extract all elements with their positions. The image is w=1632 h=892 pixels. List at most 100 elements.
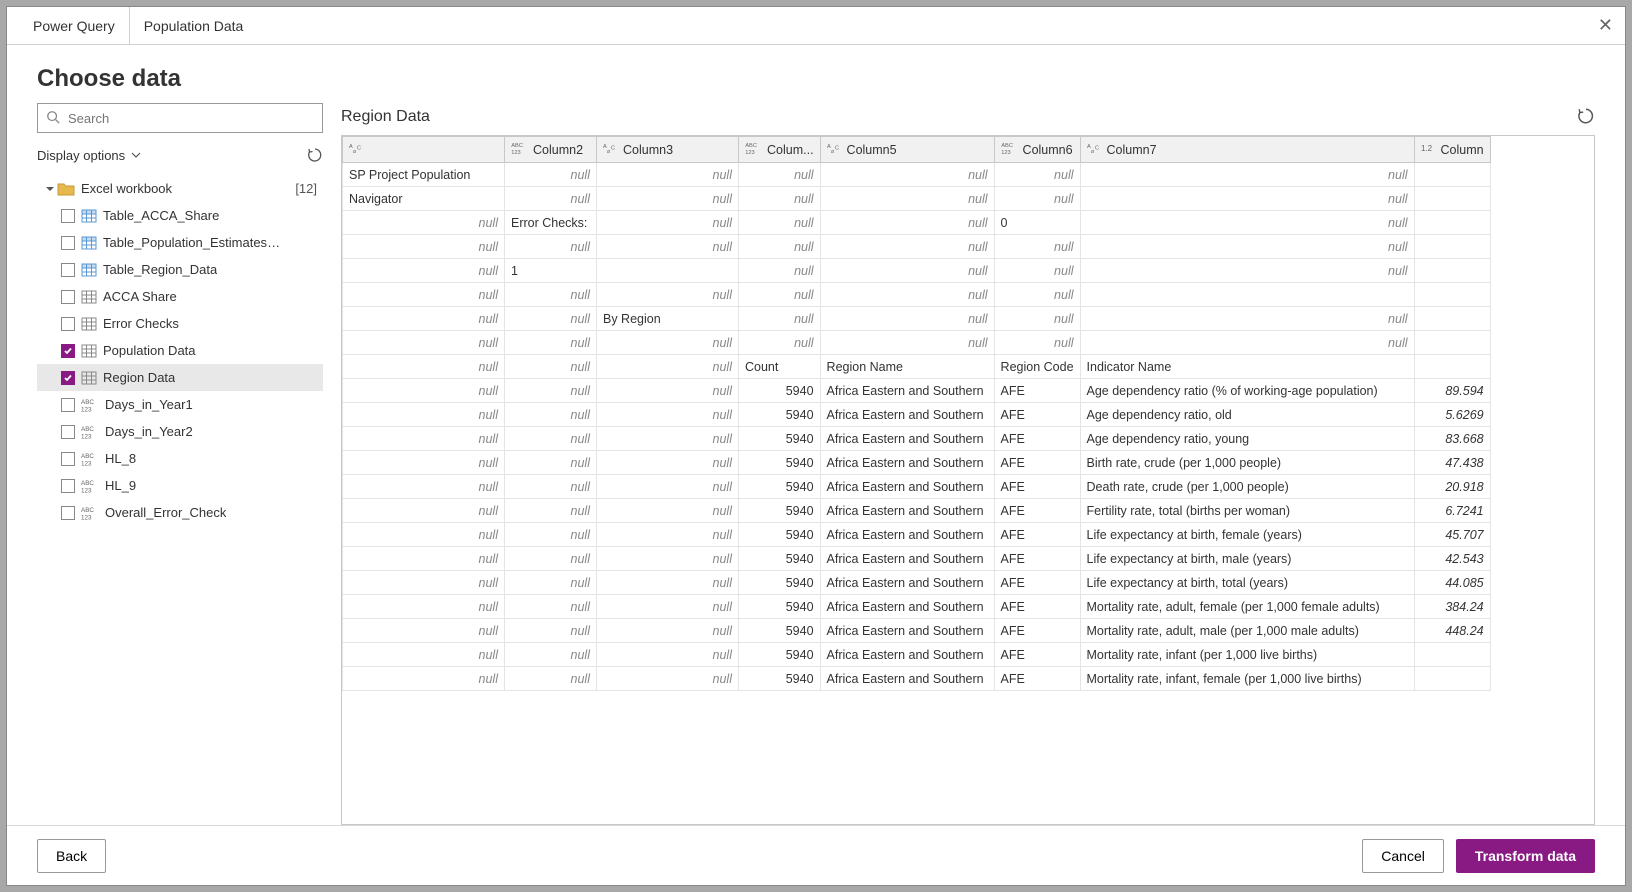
table-row[interactable]: nullnullnull5940Africa Eastern and South… <box>343 451 1491 475</box>
sheet-icon <box>81 370 97 386</box>
table-cell: null <box>597 427 739 451</box>
tree-root[interactable]: Excel workbook [12] <box>37 175 323 202</box>
tree-item[interactable]: ABC123HL_9 <box>37 472 323 499</box>
svg-text:ABC: ABC <box>81 453 94 460</box>
table-row[interactable]: SP Project Populationnullnullnullnullnul… <box>343 163 1491 187</box>
back-button[interactable]: Back <box>37 839 106 873</box>
table-row[interactable]: nullnullBy Regionnullnullnullnull <box>343 307 1491 331</box>
table-cell: null <box>820 331 994 355</box>
checkbox[interactable] <box>61 425 75 439</box>
table-cell: 5940 <box>739 427 821 451</box>
tree-item[interactable]: Table_Region_Data <box>37 256 323 283</box>
checkbox[interactable] <box>61 290 75 304</box>
checkbox[interactable] <box>61 371 75 385</box>
table-cell <box>1414 235 1490 259</box>
tree-item[interactable]: ACCA Share <box>37 283 323 310</box>
table-row[interactable]: nullnullnullnullnullnullnull <box>343 331 1491 355</box>
table-cell: Age dependency ratio, old <box>1080 403 1414 427</box>
tab-power-query[interactable]: Power Query <box>19 7 130 45</box>
table-row[interactable]: nullnullnullnullnullnull <box>343 283 1491 307</box>
column-header[interactable]: 1.2Column <box>1414 137 1490 163</box>
table-cell: AFE <box>994 619 1080 643</box>
sheet-icon <box>81 343 97 359</box>
table-cell: AFE <box>994 595 1080 619</box>
column-header[interactable]: ABC123Colum... <box>739 137 821 163</box>
table-cell: null <box>1080 307 1414 331</box>
tree-item-label: Region Data <box>103 370 175 385</box>
table-row[interactable]: null1nullnullnullnull <box>343 259 1491 283</box>
table-row[interactable]: nullnullnull5940Africa Eastern and South… <box>343 403 1491 427</box>
table-cell: null <box>505 235 597 259</box>
svg-text:123: 123 <box>81 487 92 494</box>
column-header[interactable]: ABCColumn3 <box>597 137 739 163</box>
close-icon[interactable]: ✕ <box>1598 15 1613 36</box>
table-cell: 5940 <box>739 619 821 643</box>
cancel-button[interactable]: Cancel <box>1362 839 1444 873</box>
column-header[interactable]: ABCColumn7 <box>1080 137 1414 163</box>
checkbox[interactable] <box>61 344 75 358</box>
table-cell: Fertility rate, total (births per woman) <box>1080 499 1414 523</box>
preview-grid[interactable]: ABCABC123Column2ABCColumn3ABC123Colum...… <box>341 135 1595 825</box>
tree-item[interactable]: Table_Population_Estimates_b... <box>37 229 323 256</box>
tree-item[interactable]: Table_ACCA_Share <box>37 202 323 229</box>
checkbox[interactable] <box>61 209 75 223</box>
table-row[interactable]: nullnullnull5940Africa Eastern and South… <box>343 547 1491 571</box>
column-header[interactable]: ABC123Column6 <box>994 137 1080 163</box>
table-cell: Africa Eastern and Southern <box>820 619 994 643</box>
table-cell: null <box>597 547 739 571</box>
transform-data-button[interactable]: Transform data <box>1456 839 1595 873</box>
display-options-dropdown[interactable]: Display options <box>37 148 141 163</box>
refresh-preview-icon[interactable] <box>1577 107 1595 128</box>
svg-text:C: C <box>835 146 839 152</box>
table-cell: null <box>1080 163 1414 187</box>
search-box[interactable] <box>37 103 323 133</box>
checkbox[interactable] <box>61 317 75 331</box>
table-cell: null <box>505 499 597 523</box>
table-cell: null <box>994 259 1080 283</box>
table-row[interactable]: nullnullnullnullnullnullnull <box>343 235 1491 259</box>
table-row[interactable]: nullnullnull5940Africa Eastern and South… <box>343 643 1491 667</box>
table-row[interactable]: nullnullnull5940Africa Eastern and South… <box>343 427 1491 451</box>
checkbox[interactable] <box>61 263 75 277</box>
type-icon: 1.2 <box>1421 141 1437 158</box>
table-row[interactable]: Navigatornullnullnullnullnullnull <box>343 187 1491 211</box>
table-row[interactable]: nullnullnull5940Africa Eastern and South… <box>343 595 1491 619</box>
table-cell: null <box>505 595 597 619</box>
table-row[interactable]: nullError Checks:nullnullnull0null <box>343 211 1491 235</box>
tree-item[interactable]: ABC123Overall_Error_Check <box>37 499 323 526</box>
table-row[interactable]: nullnullnull5940Africa Eastern and South… <box>343 667 1491 691</box>
table-cell: null <box>994 235 1080 259</box>
table-cell <box>1414 259 1490 283</box>
tree-item[interactable]: Error Checks <box>37 310 323 337</box>
table-row[interactable]: nullnullnull5940Africa Eastern and South… <box>343 619 1491 643</box>
svg-text:C: C <box>1095 146 1099 152</box>
tree-item[interactable]: Region Data <box>37 364 323 391</box>
table-row[interactable]: nullnullnull5940Africa Eastern and South… <box>343 499 1491 523</box>
tree-item[interactable]: ABC123HL_8 <box>37 445 323 472</box>
column-header[interactable]: ABC <box>343 137 505 163</box>
tree-item[interactable]: ABC123Days_in_Year1 <box>37 391 323 418</box>
table-cell: null <box>505 667 597 691</box>
checkbox[interactable] <box>61 398 75 412</box>
table-cell: null <box>343 403 505 427</box>
tab-population-data[interactable]: Population Data <box>130 7 258 45</box>
column-header[interactable]: ABC123Column2 <box>505 137 597 163</box>
svg-text:C: C <box>611 146 615 152</box>
table-cell: AFE <box>994 571 1080 595</box>
checkbox[interactable] <box>61 506 75 520</box>
table-row[interactable]: nullnullnullCountRegion NameRegion CodeI… <box>343 355 1491 379</box>
checkbox[interactable] <box>61 236 75 250</box>
table-cell: null <box>1080 235 1414 259</box>
refresh-tree-icon[interactable] <box>307 147 323 163</box>
checkbox[interactable] <box>61 452 75 466</box>
table-row[interactable]: nullnullnull5940Africa Eastern and South… <box>343 379 1491 403</box>
column-label: Column7 <box>1107 143 1157 157</box>
search-input[interactable] <box>66 110 314 127</box>
table-row[interactable]: nullnullnull5940Africa Eastern and South… <box>343 475 1491 499</box>
tree-item[interactable]: ABC123Days_in_Year2 <box>37 418 323 445</box>
tree-item[interactable]: Population Data <box>37 337 323 364</box>
table-row[interactable]: nullnullnull5940Africa Eastern and South… <box>343 571 1491 595</box>
checkbox[interactable] <box>61 479 75 493</box>
column-header[interactable]: ABCColumn5 <box>820 137 994 163</box>
table-row[interactable]: nullnullnull5940Africa Eastern and South… <box>343 523 1491 547</box>
